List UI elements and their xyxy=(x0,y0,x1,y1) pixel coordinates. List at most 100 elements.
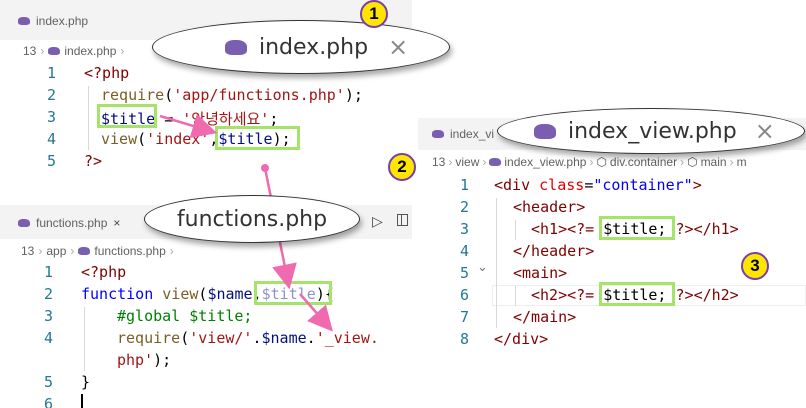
line-number: 6 xyxy=(459,286,469,304)
punct-token: ); xyxy=(344,86,363,104)
function-token: view xyxy=(153,285,199,303)
line-number: 5 xyxy=(46,152,56,170)
breadcrumb: 13 › index.php › xyxy=(23,44,124,58)
breadcrumb: 13 › app › functions.php › xyxy=(21,244,174,258)
php-elephant-icon xyxy=(18,219,30,227)
highlight-title-var xyxy=(97,104,157,128)
split-editor-icon[interactable] xyxy=(397,214,408,226)
chevron-right-icon: › xyxy=(120,44,125,58)
fold-chevron-icon[interactable]: ⌄ xyxy=(477,260,488,275)
punct-token: ( xyxy=(164,86,174,104)
highlight-title-arg xyxy=(215,126,300,150)
line-number: 2 xyxy=(46,86,56,104)
punct-token: } xyxy=(81,373,91,391)
tag-token: </h2> xyxy=(693,286,739,304)
breadcrumb-item[interactable]: 13 xyxy=(21,244,34,258)
tab-label: functions.php xyxy=(36,216,108,230)
tag-token: </div> xyxy=(494,330,549,348)
breadcrumb-item[interactable]: index.php xyxy=(64,44,116,58)
tab-label: index.php xyxy=(36,14,89,28)
line-number: 1 xyxy=(46,64,56,82)
line-number: 1 xyxy=(43,263,53,281)
comment-token: #global $title; xyxy=(117,307,253,325)
breadcrumb-item[interactable]: 13 xyxy=(432,155,445,169)
php-elephant-icon xyxy=(489,158,502,166)
tag-token: <main> xyxy=(513,264,568,282)
close-icon: × xyxy=(754,117,775,145)
code-line[interactable]: </main> xyxy=(513,308,576,326)
code-line[interactable]: ?> xyxy=(84,152,102,170)
string-token: php' xyxy=(117,351,154,369)
tag-token: <h2> xyxy=(531,286,568,304)
php-elephant-icon xyxy=(48,47,61,55)
php-open-tag: <?php xyxy=(81,263,127,281)
code-line[interactable]: <main> xyxy=(513,264,567,282)
run-icon[interactable]: ▷ xyxy=(372,214,383,230)
variable-token: $name xyxy=(207,285,253,303)
chevron-right-icon: › xyxy=(589,155,594,169)
chevron-right-icon: › xyxy=(482,155,487,169)
operator-token: . xyxy=(306,329,316,347)
code-line[interactable]: <header> xyxy=(513,198,585,216)
highlight-h1-title xyxy=(599,216,675,240)
chevron-right-icon: › xyxy=(680,155,685,169)
code-line[interactable]: </header> xyxy=(513,242,594,260)
operator-token: = xyxy=(155,110,183,128)
highlight-title-param xyxy=(254,281,332,305)
breadcrumb-item[interactable]: div.container xyxy=(610,155,677,169)
code-line-wrapped[interactable]: php'); xyxy=(117,351,171,369)
chevron-right-icon: › xyxy=(448,155,453,169)
close-icon: × xyxy=(388,33,409,61)
indent-guide xyxy=(515,220,516,240)
punct-token: ( xyxy=(180,329,190,347)
breadcrumb-item[interactable]: index_view.php xyxy=(504,155,586,169)
code-line[interactable]: <div class="container"> xyxy=(494,176,702,194)
tag-token: </h1> xyxy=(693,220,739,238)
code-line[interactable]: require('view/'.$name.'_view. xyxy=(117,329,379,347)
tag-token: <div xyxy=(494,176,531,194)
tab-index-php[interactable]: index.php xyxy=(18,14,88,28)
keyword-token: function xyxy=(81,285,154,303)
line-number: 4 xyxy=(46,130,56,148)
code-line[interactable]: <?php xyxy=(81,263,126,281)
functions-php-callout: functions.php xyxy=(144,195,360,243)
string-token: 'index' xyxy=(146,130,210,148)
line-number: 4 xyxy=(459,242,469,260)
breadcrumb-item[interactable]: view xyxy=(455,155,479,169)
index-php-callout: index.php × xyxy=(152,20,450,74)
code-line[interactable]: <?php xyxy=(84,64,129,82)
text-cursor xyxy=(81,394,83,408)
code-line[interactable]: #global $title; xyxy=(117,307,252,325)
tab-index-view-php[interactable]: index_vi xyxy=(432,127,494,141)
code-line[interactable]: } xyxy=(81,373,90,391)
tab-label: index_vi xyxy=(450,127,495,141)
function-token: view xyxy=(101,130,138,148)
line-number: 6 xyxy=(43,395,53,408)
line-number: 5 xyxy=(43,373,53,391)
chevron-right-icon: › xyxy=(70,244,75,258)
line-number: 8 xyxy=(459,330,469,348)
code-line[interactable]: require('app/functions.php'); xyxy=(101,86,363,104)
string-token: 'view/' xyxy=(189,329,253,347)
step-badge-2: 2 xyxy=(388,153,416,181)
php-elephant-icon xyxy=(225,39,247,55)
php-elephant-icon xyxy=(432,130,444,138)
tag-token: </header> xyxy=(513,242,595,260)
close-icon[interactable]: × xyxy=(113,216,120,230)
step-badge-1: 1 xyxy=(360,0,388,28)
breadcrumb-item[interactable]: m xyxy=(737,155,747,169)
line-number: 2 xyxy=(459,198,469,216)
callout-title: functions.php xyxy=(176,206,328,232)
breadcrumb-item[interactable]: main xyxy=(701,155,727,169)
operator-token: . xyxy=(252,329,262,347)
breadcrumb-item[interactable]: 13 xyxy=(23,44,36,58)
line-number: 5 xyxy=(459,264,469,282)
breadcrumb-item[interactable]: functions.php xyxy=(94,244,165,258)
line-number: 3 xyxy=(459,220,469,238)
tab-functions-php[interactable]: functions.php × xyxy=(18,216,120,230)
line-number: 4 xyxy=(43,329,53,347)
breadcrumb-item[interactable]: app xyxy=(46,244,66,258)
code-line[interactable]: </div> xyxy=(494,330,548,348)
line-number: 7 xyxy=(459,308,469,326)
php-elephant-icon xyxy=(534,123,556,139)
